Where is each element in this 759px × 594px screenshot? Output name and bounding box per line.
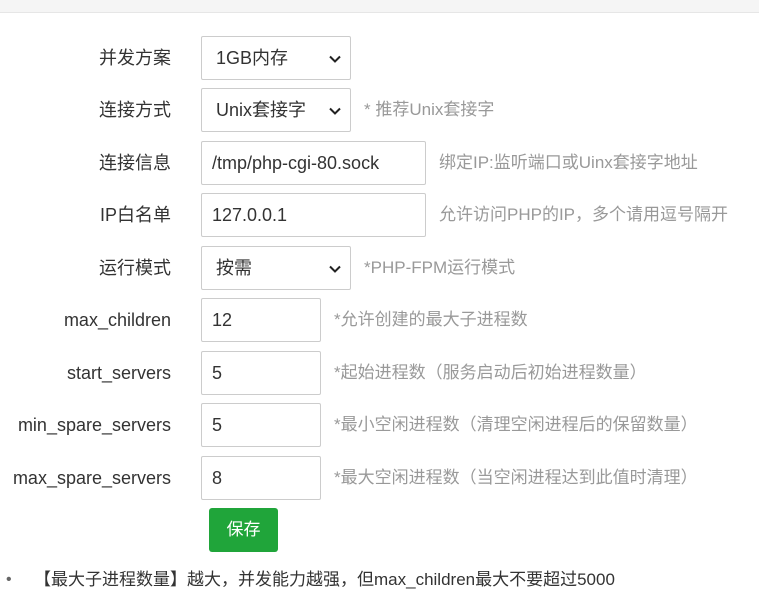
max-children-label: max_children (63, 310, 171, 330)
run-mode-select[interactable]: 按需 (201, 246, 351, 290)
row-connection-method: 连接方式 Unix套接字 * 推荐Unix套接字 (0, 88, 759, 132)
start-servers-hint: *起始进程数（服务启动后初始进程数量） (334, 363, 647, 382)
row-max-spare-servers: max_spare_servers 8 *最大空闲进程数（当空闲进程达到此值时清… (0, 456, 759, 500)
run-mode-label: 运行模式 (99, 258, 171, 278)
connection-info-label: 连接信息 (99, 153, 171, 173)
row-start-servers: start_servers 5 *起始进程数（服务启动后初始进程数量） (0, 351, 759, 395)
ip-whitelist-input[interactable]: 127.0.0.1 (201, 193, 426, 237)
connection-method-label: 连接方式 (99, 100, 171, 120)
row-ip-whitelist: IP白名单 127.0.0.1 允许访问PHP的IP，多个请用逗号隔开 (0, 193, 759, 237)
top-bar (0, 0, 759, 13)
max-children-note: 【最大子进程数量】越大，并发能力越强，但max_children最大不要超过50… (34, 570, 615, 589)
run-mode-select-value: 按需 (216, 258, 252, 278)
save-button[interactable]: 保存 (209, 508, 278, 552)
row-run-mode: 运行模式 按需 *PHP-FPM运行模式 (0, 246, 759, 290)
min-spare-servers-hint: *最小空闲进程数（清理空闲进程后的保留数量） (334, 415, 698, 434)
chevron-down-icon (329, 265, 341, 273)
max-children-hint: *允许创建的最大子进程数 (334, 310, 528, 329)
chevron-down-icon (329, 107, 341, 115)
ip-whitelist-hint: 允许访问PHP的IP，多个请用逗号隔开 (439, 205, 729, 224)
connection-method-select[interactable]: Unix套接字 (201, 88, 351, 132)
row-connection-info: 连接信息 /tmp/php-cgi-80.sock 绑定IP:监听端口或Uinx… (0, 141, 759, 185)
run-mode-hint: *PHP-FPM运行模式 (364, 258, 516, 277)
chevron-down-icon (329, 55, 341, 63)
min-spare-servers-label: min_spare_servers (17, 415, 171, 435)
max-children-input[interactable]: 12 (201, 298, 321, 342)
row-max-children: max_children 12 *允许创建的最大子进程数 (0, 298, 759, 342)
concurrency-select-value: 1GB内存 (216, 48, 289, 68)
concurrency-select[interactable]: 1GB内存 (201, 36, 351, 80)
bullet-icon: • (6, 571, 12, 588)
max-spare-servers-hint: *最大空闲进程数（当空闲进程达到此值时清理） (334, 468, 698, 487)
ip-whitelist-label: IP白名单 (99, 205, 171, 225)
connection-method-select-value: Unix套接字 (216, 100, 307, 120)
connection-method-hint: * 推荐Unix套接字 (364, 100, 495, 119)
row-min-spare-servers: min_spare_servers 5 *最小空闲进程数（清理空闲进程后的保留数… (0, 403, 759, 447)
concurrency-label: 并发方案 (99, 48, 171, 68)
row-concurrency: 并发方案 1GB内存 (0, 36, 759, 80)
max-spare-servers-label: max_spare_servers (12, 468, 171, 488)
start-servers-input[interactable]: 5 (201, 351, 321, 395)
min-spare-servers-input[interactable]: 5 (201, 403, 321, 447)
note-list-item: • 【最大子进程数量】越大，并发能力越强，但max_children最大不要超过… (0, 566, 759, 594)
connection-info-input[interactable]: /tmp/php-cgi-80.sock (201, 141, 426, 185)
connection-info-hint: 绑定IP:监听端口或Uinx套接字地址 (439, 153, 698, 172)
start-servers-label: start_servers (66, 363, 171, 383)
max-spare-servers-input[interactable]: 8 (201, 456, 321, 500)
